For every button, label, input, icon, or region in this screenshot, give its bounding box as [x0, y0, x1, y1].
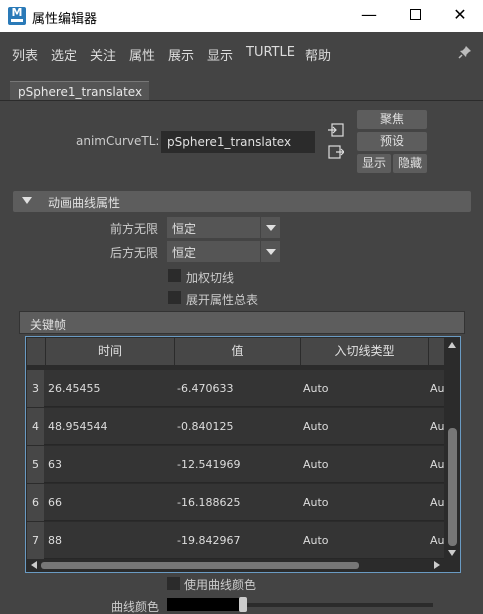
row-index-header: [27, 338, 46, 365]
node-type-label: animCurveTL:: [76, 134, 160, 148]
menu-selected[interactable]: 选定: [51, 45, 77, 64]
in-tangent-cell[interactable]: Auto: [303, 370, 427, 407]
input-connection-icon[interactable]: [328, 123, 344, 137]
time-cell[interactable]: 88: [48, 522, 173, 559]
scroll-left-icon[interactable]: [31, 561, 37, 569]
row-index: 4: [27, 408, 44, 445]
value-cell[interactable]: -6.470633: [177, 370, 299, 407]
vertical-scrollbar[interactable]: [445, 338, 460, 559]
in-tangent-cell[interactable]: Auto: [303, 446, 427, 483]
time-cell[interactable]: 63: [48, 446, 173, 483]
title-bar: M 属性编辑器 — ✕: [0, 0, 483, 32]
out-tangent-cell[interactable]: Aut: [430, 522, 444, 559]
curve-color-swatch[interactable]: [167, 598, 240, 611]
in-tangent-cell[interactable]: Auto: [303, 484, 427, 521]
collapse-triangle-icon: [22, 197, 32, 204]
table-row[interactable]: 5 63 -12.541969 Auto Aut: [27, 446, 444, 483]
table-row[interactable]: 3 26.45455 -6.470633 Auto Aut: [27, 370, 444, 407]
row-index: 7: [27, 522, 44, 559]
pre-infinity-dropdown[interactable]: 恒定: [167, 217, 280, 238]
table-row[interactable]: 6 66 -16.188625 Auto Aut: [27, 484, 444, 521]
post-infinity-dropdown[interactable]: 恒定: [167, 241, 280, 262]
menu-attributes[interactable]: 属性: [129, 45, 155, 64]
column-header-out-tangent[interactable]: [429, 338, 444, 365]
time-cell[interactable]: 48.954544: [48, 408, 173, 445]
show-button[interactable]: 显示: [357, 154, 391, 173]
row-index: 5: [27, 446, 44, 483]
value-cell[interactable]: -16.188625: [177, 484, 299, 521]
menu-list[interactable]: 列表: [12, 45, 38, 64]
section-title: 动画曲线属性: [48, 196, 121, 210]
presets-button[interactable]: 预设: [357, 132, 427, 151]
keyframes-section[interactable]: 关键帧: [19, 311, 465, 334]
column-header-value[interactable]: 值: [175, 338, 301, 365]
time-cell[interactable]: 26.45455: [48, 370, 173, 407]
vertical-scroll-thumb[interactable]: [448, 428, 457, 546]
tab-node[interactable]: pSphere1_translatex: [10, 81, 149, 101]
maximize-button[interactable]: [392, 0, 438, 32]
maximize-icon: [409, 8, 421, 20]
minimize-button[interactable]: —: [346, 0, 392, 32]
row-index: 6: [27, 484, 44, 521]
pre-infinity-label: 前方无限: [110, 222, 159, 236]
use-curve-color-label: 使用曲线颜色: [184, 578, 257, 592]
value-cell[interactable]: -19.842967: [177, 522, 299, 559]
menu-focus[interactable]: 关注: [90, 45, 116, 64]
in-tangent-cell[interactable]: Auto: [303, 522, 427, 559]
out-tangent-cell[interactable]: Aut: [430, 484, 444, 521]
scroll-up-icon[interactable]: [448, 342, 456, 348]
pre-infinity-value: 恒定: [172, 222, 197, 236]
curve-color-slider-handle[interactable]: [239, 597, 247, 612]
menu-help[interactable]: 帮助: [305, 45, 331, 64]
post-infinity-label: 后方无限: [110, 246, 159, 260]
post-infinity-value: 恒定: [172, 246, 197, 260]
scroll-right-icon[interactable]: [434, 561, 440, 569]
menu-show[interactable]: 展示: [168, 45, 194, 64]
output-connection-icon[interactable]: [328, 145, 344, 159]
scroll-down-icon[interactable]: [448, 550, 456, 556]
window-title: 属性编辑器: [32, 12, 98, 27]
horizontal-scroll-thumb[interactable]: [41, 562, 359, 569]
time-cell[interactable]: 66: [48, 484, 173, 521]
row-index: 3: [27, 370, 44, 407]
column-header-time[interactable]: 时间: [46, 338, 175, 365]
horizontal-scrollbar[interactable]: [27, 559, 444, 572]
curve-color-slider[interactable]: [240, 603, 433, 607]
value-cell[interactable]: -0.840125: [177, 408, 299, 445]
chevron-down-icon: [260, 217, 280, 238]
value-cell[interactable]: -12.541969: [177, 446, 299, 483]
expand-all-label: 展开属性总表: [186, 293, 259, 307]
close-button[interactable]: ✕: [437, 0, 483, 32]
keyframe-table[interactable]: 时间 值 入切线类型 3 26.45455 -6.470633 Auto Aut…: [25, 336, 461, 573]
expand-all-checkbox[interactable]: [168, 291, 181, 304]
keyframes-title: 关键帧: [30, 318, 67, 332]
table-header: 时间 值 入切线类型: [27, 338, 444, 365]
pin-icon[interactable]: [458, 45, 472, 59]
chevron-down-icon: [260, 241, 280, 262]
out-tangent-cell[interactable]: Aut: [430, 370, 444, 407]
table-row[interactable]: 7 88 -19.842967 Auto Aut: [27, 522, 444, 559]
in-tangent-cell[interactable]: Auto: [303, 408, 427, 445]
out-tangent-cell[interactable]: Aut: [430, 408, 444, 445]
hide-button[interactable]: 隐藏: [393, 154, 427, 173]
tab-divider: [0, 100, 483, 101]
anim-curve-attributes-section[interactable]: 动画曲线属性: [13, 191, 471, 212]
menu-turtle[interactable]: TURTLE: [246, 45, 295, 60]
menu-bar: 列表 选定 关注 属性 展示 显示 TURTLE 帮助: [0, 32, 483, 72]
maya-app-icon: M: [8, 7, 26, 25]
menu-display[interactable]: 显示: [207, 45, 233, 64]
weighted-tangents-checkbox[interactable]: [168, 269, 181, 282]
curve-color-label: 曲线颜色: [111, 600, 160, 614]
table-row[interactable]: 4 48.954544 -0.840125 Auto Aut: [27, 408, 444, 445]
focus-button[interactable]: 聚焦: [357, 110, 427, 129]
node-name-field[interactable]: pSphere1_translatex: [161, 131, 315, 153]
column-header-in-tangent[interactable]: 入切线类型: [301, 338, 429, 365]
weighted-tangents-label: 加权切线: [186, 271, 235, 285]
use-curve-color-checkbox[interactable]: [167, 577, 180, 590]
out-tangent-cell[interactable]: Aut: [430, 446, 444, 483]
